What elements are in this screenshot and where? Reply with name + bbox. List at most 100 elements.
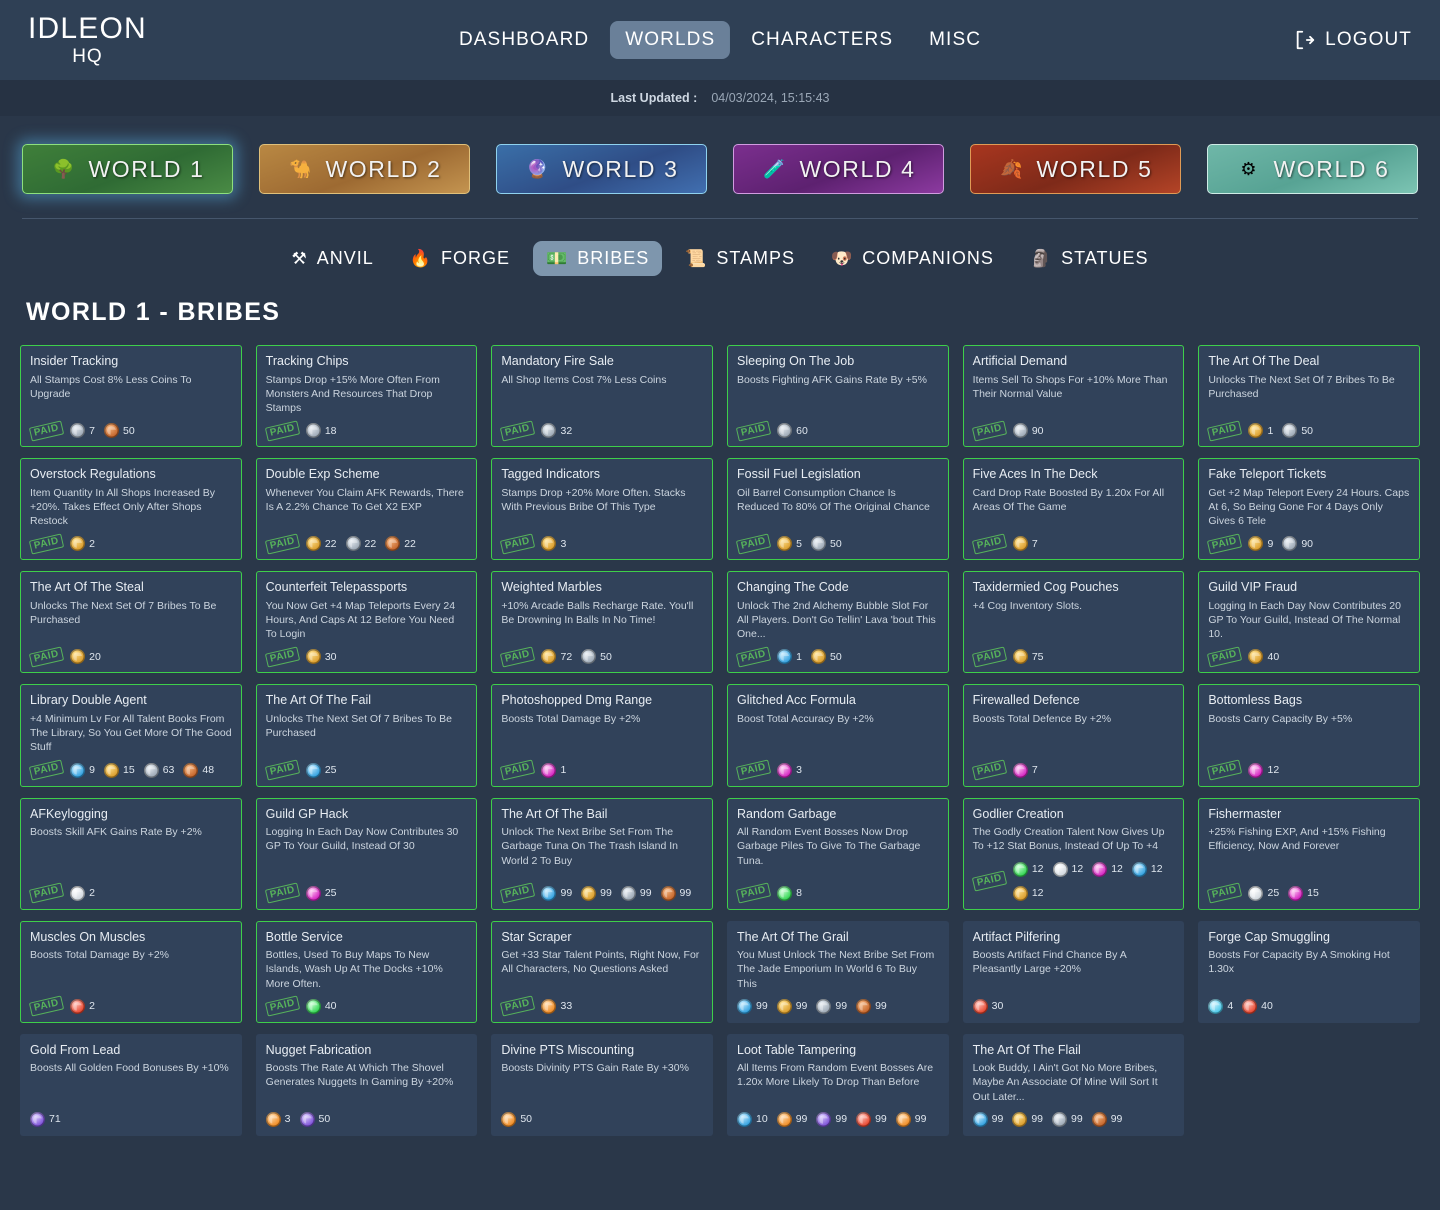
bribe-card[interactable]: Tracking ChipsStamps Drop +15% More Ofte… [256, 345, 478, 447]
bribe-cost-list: 9156348 [70, 763, 214, 778]
orange-coin-icon [896, 1112, 911, 1127]
world-button-1[interactable]: 🌳WORLD 1 [22, 144, 233, 194]
bribe-card[interactable]: Mandatory Fire SaleAll Shop Items Cost 7… [491, 345, 713, 447]
bribe-card[interactable]: Godlier CreationThe Godly Creation Talen… [963, 798, 1185, 910]
blue-coin-icon [70, 763, 85, 778]
bribe-card[interactable]: Loot Table TamperingAll Items From Rando… [727, 1034, 949, 1136]
bribe-cost-amount: 4 [1227, 1000, 1233, 1012]
nav-item-dashboard[interactable]: DASHBOARD [444, 21, 604, 59]
bribe-cost-list: 75 [1013, 649, 1044, 664]
bribe-cost: 50 [811, 649, 842, 664]
bribe-description: Oil Barrel Consumption Chance Is Reduced… [737, 486, 939, 514]
bribe-cost: 50 [300, 1112, 331, 1127]
bribe-card[interactable]: Guild VIP FraudLogging In Each Day Now C… [1198, 571, 1420, 673]
world-button-6[interactable]: ⚙WORLD 6 [1207, 144, 1418, 194]
world-button-2[interactable]: 🐪WORLD 2 [259, 144, 470, 194]
bribe-card[interactable]: The Art Of The StealUnlocks The Next Set… [20, 571, 242, 673]
bribe-card[interactable]: Five Aces In The DeckCard Drop Rate Boos… [963, 458, 1185, 560]
nav-item-misc[interactable]: MISC [914, 21, 996, 59]
world-button-5[interactable]: 🍂WORLD 5 [970, 144, 1181, 194]
bribe-cost-amount: 50 [830, 538, 842, 550]
bribe-card[interactable]: The Art Of The FlailLook Buddy, I Ain't … [963, 1034, 1185, 1136]
bribe-card[interactable]: Sleeping On The JobBoosts Fighting AFK G… [727, 345, 949, 447]
subtab-forge[interactable]: 🔥FORGE [397, 241, 523, 276]
bribe-footer: PAID18 [266, 415, 468, 438]
bribe-card[interactable]: Bottomless BagsBoosts Carry Capacity By … [1198, 684, 1420, 786]
bribe-card[interactable]: Tagged IndicatorsStamps Drop +20% More O… [491, 458, 713, 560]
bribe-card[interactable]: Insider TrackingAll Stamps Cost 8% Less … [20, 345, 242, 447]
gold-coin-icon [1248, 423, 1263, 438]
brand-name: IDLEON [28, 14, 147, 44]
bribe-card[interactable]: Double Exp SchemeWhenever You Claim AFK … [256, 458, 478, 560]
bribe-card[interactable]: Changing The CodeUnlock The 2nd Alchemy … [727, 571, 949, 673]
bribe-card[interactable]: The Art Of The DealUnlocks The Next Set … [1198, 345, 1420, 447]
world-selector: 🌳WORLD 1 🐪WORLD 2 🔮WORLD 3 🧪WORLD 4 🍂WORLD 5… [0, 116, 1440, 194]
world-button-4[interactable]: 🧪WORLD 4 [733, 144, 944, 194]
bribe-card[interactable]: Photoshopped Dmg RangeBoosts Total Damag… [491, 684, 713, 786]
bribe-cost-list: 3 [777, 763, 802, 778]
bribe-card[interactable]: Weighted Marbles+10% Arcade Balls Rechar… [491, 571, 713, 673]
app-logo[interactable]: IDLEON HQ [28, 14, 147, 66]
bribe-card[interactable]: The Art Of The BailUnlock The Next Bribe… [491, 798, 713, 910]
bribe-footer: PAID40 [1208, 641, 1410, 664]
world-button-3[interactable]: 🔮WORLD 3 [496, 144, 707, 194]
gold-coin-icon [1013, 886, 1028, 901]
subtab-stamps[interactable]: 📜STAMPS [672, 241, 808, 276]
bribe-cost-amount: 99 [875, 1113, 887, 1125]
bribe-card[interactable]: The Art Of The FailUnlocks The Next Set … [256, 684, 478, 786]
logout-button[interactable]: LOGOUT [1294, 29, 1412, 51]
bribe-cost-amount: 99 [756, 1000, 768, 1012]
silver-coin-icon [1282, 536, 1297, 551]
bribe-card[interactable]: Gold From LeadBoosts All Golden Food Bon… [20, 1034, 242, 1136]
paid-badge: PAID [29, 996, 64, 1017]
bribe-card[interactable]: Counterfeit TelepassportsYou Now Get +4 … [256, 571, 478, 673]
nav-item-worlds[interactable]: WORLDS [610, 21, 730, 59]
bribe-cost: 8 [777, 886, 802, 901]
bribe-footer: PAID2 [30, 991, 232, 1014]
bribe-card[interactable]: The Art Of The GrailYou Must Unlock The … [727, 921, 949, 1023]
bribe-card[interactable]: Fossil Fuel LegislationOil Barrel Consum… [727, 458, 949, 560]
subtab-companions[interactable]: 🐶COMPANIONS [818, 241, 1007, 276]
silver-coin-icon [306, 423, 321, 438]
paid-badge: PAID [736, 760, 771, 781]
copper-coin-icon [856, 999, 871, 1014]
bribe-card[interactable]: Star ScraperGet +33 Star Talent Points, … [491, 921, 713, 1023]
nav-item-characters[interactable]: CHARACTERS [736, 21, 908, 59]
bribe-cost-amount: 50 [1301, 425, 1313, 437]
bribe-card[interactable]: Taxidermied Cog Pouches+4 Cog Inventory … [963, 571, 1185, 673]
subtab-anvil[interactable]: ⚒ANVIL [279, 241, 387, 276]
subtab-bribes[interactable]: 💵BRIBES [533, 241, 662, 276]
gold-coin-icon [777, 536, 792, 551]
bribe-card[interactable]: Guild GP HackLogging In Each Day Now Con… [256, 798, 478, 910]
silver-coin-icon [346, 536, 361, 551]
bribe-card[interactable]: Fake Teleport TicketsGet +2 Map Teleport… [1198, 458, 1420, 560]
bribe-card[interactable]: Divine PTS MiscountingBoosts Divinity PT… [491, 1034, 713, 1136]
bribe-card[interactable]: Overstock RegulationsItem Quantity In Al… [20, 458, 242, 560]
bribe-card[interactable]: Random GarbageAll Random Event Bosses No… [727, 798, 949, 910]
subtab-statues[interactable]: 🗿STATUES [1017, 241, 1162, 276]
bribe-cost-amount: 1 [796, 651, 802, 663]
bribe-cost-amount: 75 [1032, 651, 1044, 663]
bribe-card[interactable]: Nugget FabricationBoosts The Rate At Whi… [256, 1034, 478, 1136]
bribe-card[interactable]: Fishermaster+25% Fishing EXP, And +15% F… [1198, 798, 1420, 910]
bribe-card[interactable]: Artifact PilferingBoosts Artifact Find C… [963, 921, 1185, 1023]
bribe-description: Unlocks The Next Set Of 7 Bribes To Be P… [266, 712, 468, 740]
bribe-cost-amount: 12 [1267, 764, 1279, 776]
bribe-cost-list: 2 [70, 886, 95, 901]
bribe-card[interactable]: Forge Cap SmugglingBoosts For Capacity B… [1198, 921, 1420, 1023]
bribe-card[interactable]: Muscles On MusclesBoosts Total Damage By… [20, 921, 242, 1023]
bribe-card[interactable]: AFKeyloggingBoosts Skill AFK Gains Rate … [20, 798, 242, 910]
bribe-card[interactable]: Bottle ServiceBottles, Used To Buy Maps … [256, 921, 478, 1023]
silver-coin-icon [811, 536, 826, 551]
bribe-card[interactable]: Firewalled DefenceBoosts Total Defence B… [963, 684, 1185, 786]
bribe-description: All Stamps Cost 8% Less Coins To Upgrade [30, 373, 232, 401]
bribe-cost-list: 3 [541, 536, 566, 551]
bribe-card[interactable]: Library Double Agent+4 Minimum Lv For Al… [20, 684, 242, 786]
subtab-label: FORGE [441, 248, 510, 269]
statues-icon: 🗿 [1030, 250, 1052, 267]
bribe-cost: 40 [306, 999, 337, 1014]
bribe-footer: PAID2 [30, 528, 232, 551]
world-button-label: WORLD 1 [89, 156, 205, 183]
bribe-card[interactable]: Artificial DemandItems Sell To Shops For… [963, 345, 1185, 447]
bribe-card[interactable]: Glitched Acc FormulaBoost Total Accuracy… [727, 684, 949, 786]
